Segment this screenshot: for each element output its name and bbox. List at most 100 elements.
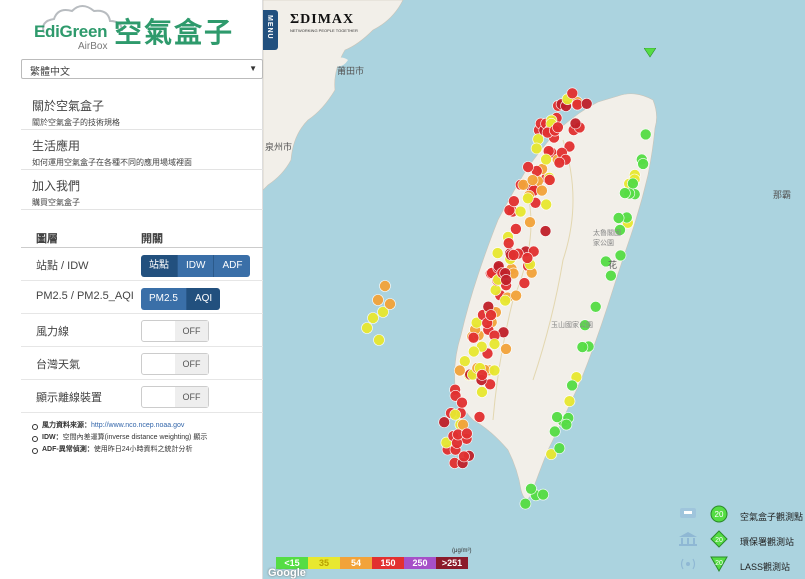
- scale-bin: 35: [308, 557, 340, 569]
- sensor-marker[interactable]: [458, 450, 470, 463]
- sensor-marker[interactable]: [379, 280, 391, 292]
- sensor-marker[interactable]: [530, 142, 543, 155]
- weather-toggle[interactable]: OFF: [141, 353, 209, 375]
- sensor-marker[interactable]: [563, 395, 576, 408]
- sensor-marker[interactable]: [539, 225, 552, 237]
- scale-bin: >251: [436, 557, 468, 569]
- sidebar: EdiGreen AirBox 空氣盒子 繁體中文 ▼ 關於空氣盒子 關於空氣盒…: [0, 0, 263, 579]
- sensor-marker[interactable]: [589, 300, 602, 313]
- legend-label: LASS觀測站: [740, 562, 791, 572]
- sensor-marker[interactable]: [605, 269, 617, 282]
- menu-item-about[interactable]: 關於空氣盒子 關於空氣盒子的技術規格: [21, 90, 263, 130]
- sensor-marker[interactable]: [522, 192, 534, 205]
- note-item: ADF-異常偵測：使用昨日24小時資料之統計分析: [32, 444, 257, 456]
- sensor-marker[interactable]: [619, 187, 631, 199]
- station-button[interactable]: 站點: [141, 255, 178, 277]
- sensor-marker[interactable]: [373, 334, 385, 346]
- sensor-marker[interactable]: [612, 212, 625, 224]
- map-label-yushan: 玉山國家公園: [551, 322, 593, 329]
- sensor-marker[interactable]: [551, 411, 563, 423]
- brand-cn: 空氣盒子: [114, 17, 235, 48]
- menu-item-applications[interactable]: 生活應用 如何運用空氣盒子在各種不同的應用場域裡面: [21, 130, 263, 170]
- sensor-marker[interactable]: [476, 369, 488, 381]
- sensor-marker[interactable]: [499, 294, 511, 307]
- sensor-marker[interactable]: [367, 312, 379, 324]
- menu-toggle-button[interactable]: MENU: [263, 10, 278, 50]
- legend-lass: 20 LASS觀測站: [676, 553, 805, 578]
- sensor-marker[interactable]: [543, 174, 556, 186]
- sensor-marker[interactable]: [468, 345, 480, 358]
- svg-text:20: 20: [715, 537, 723, 544]
- legend-label: 空氣盒子觀測點: [740, 512, 804, 522]
- sensor-marker[interactable]: [489, 284, 502, 296]
- sensor-marker[interactable]: [553, 156, 566, 169]
- sensor-marker[interactable]: [500, 343, 512, 355]
- sensor-marker[interactable]: [510, 223, 522, 235]
- sensor-marker[interactable]: [467, 331, 480, 344]
- sensor-marker[interactable]: [384, 298, 396, 310]
- sensor-marker[interactable]: [580, 98, 593, 110]
- sensor-marker[interactable]: [518, 277, 531, 289]
- pm25-button[interactable]: PM2.5: [141, 288, 187, 310]
- sensor-marker[interactable]: [473, 411, 486, 423]
- layer-label: PM2.5 / PM2.5_AQI: [36, 290, 134, 302]
- sensor-marker[interactable]: [566, 379, 578, 392]
- idw-button[interactable]: IDW: [178, 255, 215, 277]
- sensor-marker[interactable]: [524, 216, 536, 228]
- triangle-marker-icon[interactable]: [644, 48, 656, 58]
- sensor-marker[interactable]: [372, 294, 384, 306]
- sensor-marker[interactable]: [456, 396, 468, 409]
- menu-item-desc: 關於空氣盒子的技術規格: [32, 118, 120, 127]
- sensor-markers: [361, 87, 652, 510]
- sensor-marker[interactable]: [553, 442, 566, 455]
- sensor-marker[interactable]: [569, 117, 582, 130]
- sensor-marker[interactable]: [548, 425, 561, 438]
- sensor-marker[interactable]: [576, 341, 589, 353]
- sensor-marker[interactable]: [536, 184, 548, 197]
- sensor-marker[interactable]: [521, 252, 534, 264]
- sensor-marker[interactable]: [519, 497, 532, 510]
- offline-toggle[interactable]: OFF: [141, 386, 209, 408]
- sensor-marker[interactable]: [510, 289, 522, 302]
- sensor-marker[interactable]: [361, 322, 373, 334]
- sensor-marker[interactable]: [449, 408, 461, 421]
- note-item: 風力資料來源：http://www.nco.ncep.noaa.gov: [32, 420, 257, 432]
- sensor-marker[interactable]: [566, 87, 579, 100]
- sensor-marker[interactable]: [526, 174, 539, 186]
- noaa-link[interactable]: http://www.nco.ncep.noaa.gov: [91, 422, 184, 429]
- wind-toggle[interactable]: OFF: [141, 320, 209, 342]
- sensor-marker[interactable]: [454, 364, 466, 377]
- sensor-marker[interactable]: [540, 198, 553, 211]
- airbox-logo[interactable]: EdiGreen AirBox 空氣盒子: [30, 3, 250, 53]
- sensor-marker[interactable]: [502, 237, 515, 249]
- layer-label: 站點 / IDW: [36, 260, 89, 272]
- sensor-marker[interactable]: [522, 161, 534, 173]
- layer-table: 圖層 開關 站點 / IDW 站點 IDW ADF PM2.5 / PM2.5_…: [21, 222, 263, 413]
- sensor-marker[interactable]: [537, 488, 549, 501]
- sensor-marker[interactable]: [508, 195, 520, 207]
- layer-row-wind: 風力線 OFF: [21, 314, 263, 347]
- sensor-marker[interactable]: [540, 153, 552, 166]
- sensor-marker[interactable]: [488, 338, 501, 350]
- sensor-marker[interactable]: [485, 309, 497, 321]
- map-canvas[interactable]: 莆田市 泉州市 太魯閣國家公園 玉山國家公園 花 那霸: [263, 0, 805, 579]
- sensor-marker[interactable]: [514, 205, 527, 218]
- sensor-marker[interactable]: [488, 364, 501, 377]
- sensor-marker[interactable]: [438, 416, 450, 429]
- sensor-marker[interactable]: [461, 427, 473, 440]
- sensor-marker[interactable]: [639, 128, 652, 141]
- sensor-marker[interactable]: [507, 249, 520, 261]
- aqi-button[interactable]: AQI: [186, 288, 221, 310]
- sensor-marker[interactable]: [500, 274, 512, 286]
- sensor-marker[interactable]: [627, 177, 639, 190]
- sensor-marker[interactable]: [560, 418, 573, 431]
- map-label-taroko: 太魯閣國家公園: [593, 230, 621, 247]
- language-select[interactable]: 繁體中文 ▼: [21, 59, 263, 79]
- circle-marker-icon: 20: [710, 505, 728, 523]
- sensor-marker[interactable]: [525, 482, 537, 495]
- sensor-marker[interactable]: [491, 247, 504, 259]
- menu-item-join[interactable]: 加入我們 購買空氣盒子: [21, 170, 263, 210]
- sensor-marker[interactable]: [637, 158, 649, 170]
- sensor-marker[interactable]: [552, 121, 564, 134]
- adf-button[interactable]: ADF: [214, 255, 251, 277]
